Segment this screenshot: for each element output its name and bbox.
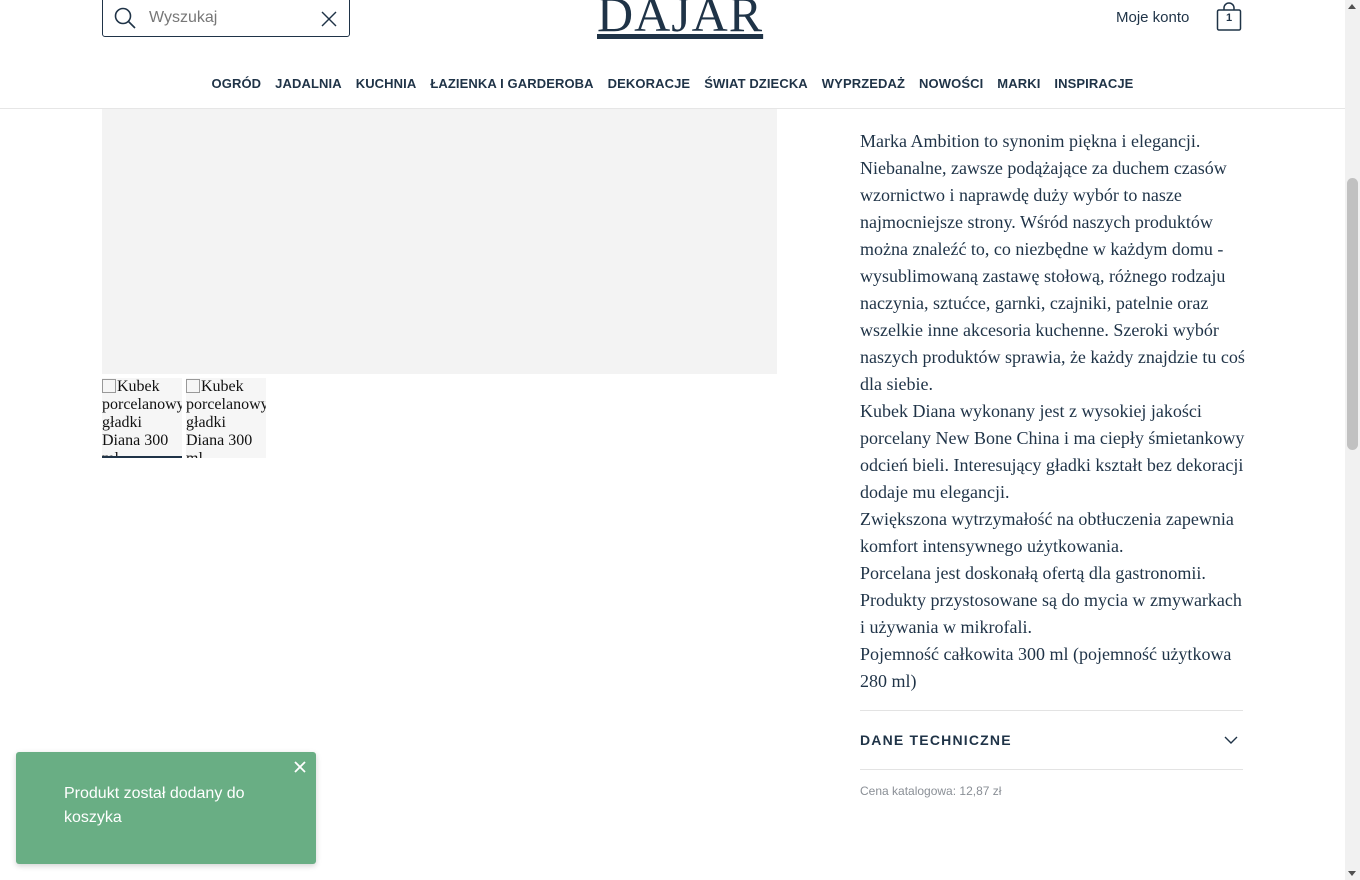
product-thumbnail[interactable]: Kubek porcelanowy gładki Diana 300 ml: [102, 378, 182, 458]
nav-item-marki[interactable]: MARKI: [997, 76, 1040, 91]
nav-item-lazienka[interactable]: ŁAZIENKA I GARDEROBA: [430, 76, 593, 91]
nav-item-nowosci[interactable]: NOWOŚCI: [919, 76, 983, 91]
close-icon[interactable]: [293, 760, 307, 774]
main-nav: OGRÓD JADALNIA KUCHNIA ŁAZIENKA I GARDER…: [0, 76, 1345, 91]
cart-button[interactable]: 1: [1216, 2, 1242, 32]
toast-notification: Produkt został dodany do koszyka: [16, 752, 316, 864]
nav-item-ogrod[interactable]: OGRÓD: [212, 76, 262, 91]
cart-count-badge: 1: [1225, 12, 1233, 24]
product-description: Marka Ambition to synonim piękna i elega…: [860, 131, 1245, 691]
site-header: DAJAR Moje konto 1 OGRÓD JADALNIA KUCHNI…: [0, 0, 1345, 109]
accordion-label: DANE TECHNICZNE: [860, 732, 1012, 748]
scroll-up-arrow-icon[interactable]: [1348, 4, 1356, 9]
search-input[interactable]: [147, 3, 311, 33]
chevron-down-icon: [1224, 736, 1238, 744]
account-link[interactable]: Moje konto: [1116, 9, 1189, 26]
nav-item-jadalnia[interactable]: JADALNIA: [275, 76, 342, 91]
broken-image-icon: [102, 379, 116, 393]
nav-item-wyprzedaz[interactable]: WYPRZEDAŻ: [822, 76, 905, 91]
close-icon[interactable]: [319, 9, 339, 29]
nav-item-dekoracje[interactable]: DEKORACJE: [608, 76, 691, 91]
product-main-image[interactable]: [102, 100, 777, 374]
scrollbar-thumb[interactable]: [1347, 178, 1358, 450]
nav-item-inspiracje[interactable]: INSPIRACJE: [1054, 76, 1133, 91]
catalog-price: Cena katalogowa: 12,87 zł: [860, 784, 1002, 798]
toast-message: Produkt został dodany do koszyka: [64, 785, 245, 826]
page-scrollbar[interactable]: [1345, 0, 1360, 880]
product-thumbnail[interactable]: Kubek porcelanowy gładki Diana 300 ml: [186, 378, 266, 458]
search-icon[interactable]: [113, 6, 137, 30]
broken-image-icon: [186, 379, 200, 393]
nav-item-kuchnia[interactable]: KUCHNIA: [356, 76, 417, 91]
technical-data-accordion[interactable]: DANE TECHNICZNE: [860, 710, 1243, 770]
scroll-down-arrow-icon[interactable]: [1348, 871, 1356, 876]
search-box[interactable]: [102, 0, 350, 37]
logo[interactable]: DAJAR: [597, 0, 763, 42]
nav-item-swiat-dziecka[interactable]: ŚWIAT DZIECKA: [704, 76, 808, 91]
